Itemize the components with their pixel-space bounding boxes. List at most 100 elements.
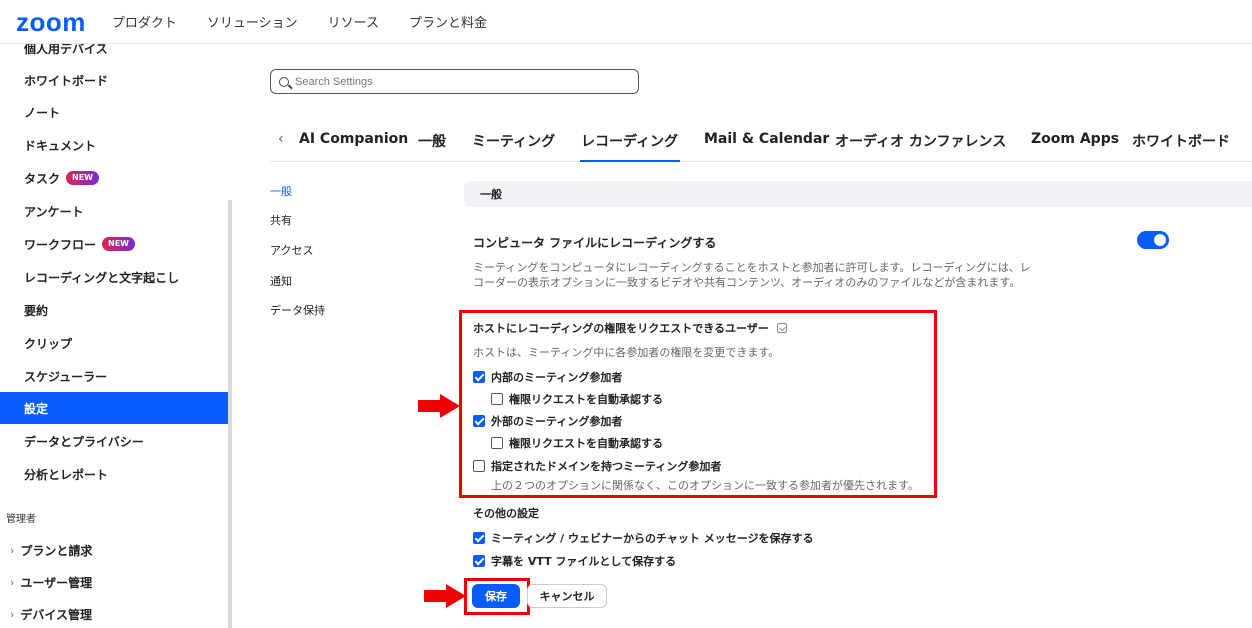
sidebar-item-personal-devices[interactable]: 個人用デバイス bbox=[0, 44, 228, 64]
option-domain-participants[interactable]: 指定されたドメインを持つミーティング参加者 bbox=[473, 458, 721, 474]
sidebar-item-label: タスク bbox=[24, 171, 61, 186]
sidebar-item-label: ドキュメント bbox=[24, 138, 97, 153]
sidebar-item-label: アンケート bbox=[24, 204, 84, 219]
checkbox-checked[interactable] bbox=[473, 415, 485, 427]
sidebar-item-whiteboard[interactable]: ホワイトボード bbox=[0, 64, 228, 96]
chevron-right-icon: › bbox=[10, 543, 15, 557]
local-recording-toggle[interactable] bbox=[1137, 231, 1169, 249]
sidebar-item-label: データとプライバシー bbox=[24, 434, 144, 449]
sidebar-item-documents[interactable]: ドキュメント bbox=[0, 129, 228, 161]
sidebar-item-label: ノート bbox=[24, 105, 61, 120]
subnav-sharing[interactable]: 共有 bbox=[270, 212, 292, 228]
sidebar-item-label: 分析とレポート bbox=[24, 467, 109, 482]
sidebar-item-data-privacy[interactable]: データとプライバシー bbox=[0, 425, 228, 457]
section-header: 一般 bbox=[464, 181, 1252, 207]
option-label: 権限リクエストを自動承認する bbox=[509, 437, 663, 450]
option-label: 権限リクエストを自動承認する bbox=[509, 393, 663, 406]
tab-meetings[interactable]: ミーティング bbox=[472, 131, 555, 151]
settings-tabs: ‹ AI Companion 一般 ミーティング レコーディング Mail & … bbox=[270, 124, 1252, 162]
sidebar-item-label: デバイス管理 bbox=[20, 607, 93, 622]
option-label: ミーティング / ウェビナーからのチャット メッセージを保存する bbox=[491, 532, 814, 545]
option-auto-approve-internal[interactable]: 権限リクエストを自動承認する bbox=[491, 391, 663, 407]
checkbox-unchecked[interactable] bbox=[491, 393, 503, 405]
section-title: 一般 bbox=[480, 188, 502, 201]
option-label: 内部のミーティング参加者 bbox=[491, 371, 623, 384]
nav-solutions[interactable]: ソリューション bbox=[207, 12, 298, 31]
sidebar-item-settings[interactable]: 設定 bbox=[0, 392, 228, 424]
option-internal-participants[interactable]: 内部のミーティング参加者 bbox=[473, 369, 622, 385]
checkbox-unchecked[interactable] bbox=[473, 460, 485, 472]
tab-zoom-apps[interactable]: Zoom Apps bbox=[1031, 131, 1119, 147]
sidebar-item-notes[interactable]: ノート bbox=[0, 96, 228, 128]
save-button[interactable]: 保存 bbox=[472, 584, 520, 608]
option-note: 上の２つのオプションに関係なく、このオプションに一致する参加者が優先されます。 bbox=[491, 479, 919, 492]
subnav-general[interactable]: 一般 bbox=[270, 183, 292, 199]
sidebar-item-workflows[interactable]: ワークフロー NEW bbox=[0, 228, 228, 260]
nav-resources[interactable]: リソース bbox=[328, 12, 379, 31]
setting-description: ミーティングをコンピュータにレコーディングすることをホストと参加者に許可します。… bbox=[473, 261, 1031, 289]
subnav-access[interactable]: アクセス bbox=[270, 242, 313, 258]
sidebar-item-clips[interactable]: クリップ bbox=[0, 327, 228, 359]
search-box[interactable] bbox=[270, 69, 639, 94]
subnav-data-retention[interactable]: データ保持 bbox=[270, 302, 325, 318]
tab-recording[interactable]: レコーディング bbox=[581, 131, 678, 151]
chevron-right-icon: › bbox=[10, 575, 15, 589]
top-nav: プロダクト ソリューション リソース プランと料金 bbox=[112, 12, 517, 31]
sidebar-item-scheduler[interactable]: スケジューラー bbox=[0, 360, 228, 392]
sidebar-item-tasks[interactable]: タスク NEW bbox=[0, 162, 228, 194]
toggle-knob bbox=[1154, 234, 1166, 246]
option-save-vtt[interactable]: 字幕を VTT ファイルとして保存する bbox=[473, 553, 676, 569]
checkbox-checked[interactable] bbox=[473, 555, 485, 567]
tab-mail-calendar[interactable]: Mail & Calendar bbox=[704, 131, 829, 147]
sidebar-item-label: プランと請求 bbox=[20, 543, 93, 558]
sidebar-item-label: クリップ bbox=[24, 336, 73, 351]
chevron-right-icon: › bbox=[10, 607, 15, 621]
tab-whiteboard[interactable]: ホワイトボード bbox=[1132, 131, 1230, 151]
option-label: 字幕を VTT ファイルとして保存する bbox=[491, 555, 677, 568]
tab-audio-conferencing[interactable]: オーディオ カンファレンス bbox=[835, 131, 1006, 151]
sidebar-item-summaries[interactable]: 要約 bbox=[0, 294, 228, 326]
sidebar-item-label: 個人用デバイス bbox=[24, 44, 108, 56]
option-external-participants[interactable]: 外部のミーティング参加者 bbox=[473, 413, 622, 429]
search-icon bbox=[279, 76, 289, 87]
nav-products[interactable]: プロダクト bbox=[112, 12, 177, 31]
nav-pricing[interactable]: プランと料金 bbox=[409, 12, 487, 31]
sidebar-item-user-management[interactable]: › ユーザー管理 bbox=[0, 566, 228, 598]
permission-title: ホストにレコーディングの権限をリクエストできるユーザー bbox=[473, 320, 787, 336]
option-auto-approve-external[interactable]: 権限リクエストを自動承認する bbox=[491, 435, 663, 451]
option-label: 指定されたドメインを持つミーティング参加者 bbox=[491, 460, 722, 473]
cancel-button[interactable]: キャンセル bbox=[527, 584, 607, 608]
zoom-logo[interactable]: zoom bbox=[16, 9, 86, 35]
top-bar: zoom プロダクト ソリューション リソース プランと料金 bbox=[0, 0, 1252, 44]
option-label: 外部のミーティング参加者 bbox=[491, 415, 623, 428]
sidebar-item-label: 設定 bbox=[24, 401, 49, 416]
expand-icon[interactable] bbox=[776, 323, 787, 333]
sidebar-item-label: ホワイトボード bbox=[24, 73, 109, 88]
checkbox-unchecked[interactable] bbox=[491, 437, 503, 449]
arrow-shaft bbox=[424, 590, 448, 602]
sidebar-item-polls[interactable]: アンケート bbox=[0, 195, 228, 227]
tab-ai-companion[interactable]: AI Companion bbox=[299, 131, 408, 147]
sidebar-item-device-management[interactable]: › デバイス管理 bbox=[0, 598, 228, 628]
permission-title-text: ホストにレコーディングの権限をリクエストできるユーザー bbox=[473, 322, 769, 335]
option-save-chat[interactable]: ミーティング / ウェビナーからのチャット メッセージを保存する bbox=[473, 530, 814, 546]
sidebar: 個人用デバイス ホワイトボード ノート ドキュメント タスク NEW アンケート … bbox=[0, 44, 228, 628]
active-tab-indicator bbox=[580, 160, 680, 162]
checkbox-checked[interactable] bbox=[473, 371, 485, 383]
subnav-notifications[interactable]: 通知 bbox=[270, 273, 292, 289]
chevron-left-icon[interactable]: ‹ bbox=[278, 131, 284, 147]
red-arrow-icon bbox=[418, 394, 460, 418]
sidebar-item-analytics[interactable]: 分析とレポート bbox=[0, 458, 228, 490]
search-input[interactable] bbox=[295, 75, 625, 88]
setting-title: コンピュータ ファイルにレコーディングする bbox=[473, 236, 717, 250]
checkbox-checked[interactable] bbox=[473, 532, 485, 544]
sidebar-section-admin: 管理者 bbox=[6, 514, 36, 525]
sidebar-item-recordings[interactable]: レコーディングと文字起こし bbox=[0, 261, 228, 293]
sidebar-item-label: スケジューラー bbox=[24, 369, 108, 384]
tab-general[interactable]: 一般 bbox=[418, 131, 446, 151]
arrow-head bbox=[446, 584, 466, 608]
sidebar-item-plans-billing[interactable]: › プランと請求 bbox=[0, 534, 228, 566]
sidebar-scrollbar[interactable] bbox=[228, 200, 232, 628]
sidebar-item-label: ユーザー管理 bbox=[20, 575, 93, 590]
permission-description: ホストは、ミーティング中に各参加者の権限を変更できます。 bbox=[473, 346, 780, 359]
